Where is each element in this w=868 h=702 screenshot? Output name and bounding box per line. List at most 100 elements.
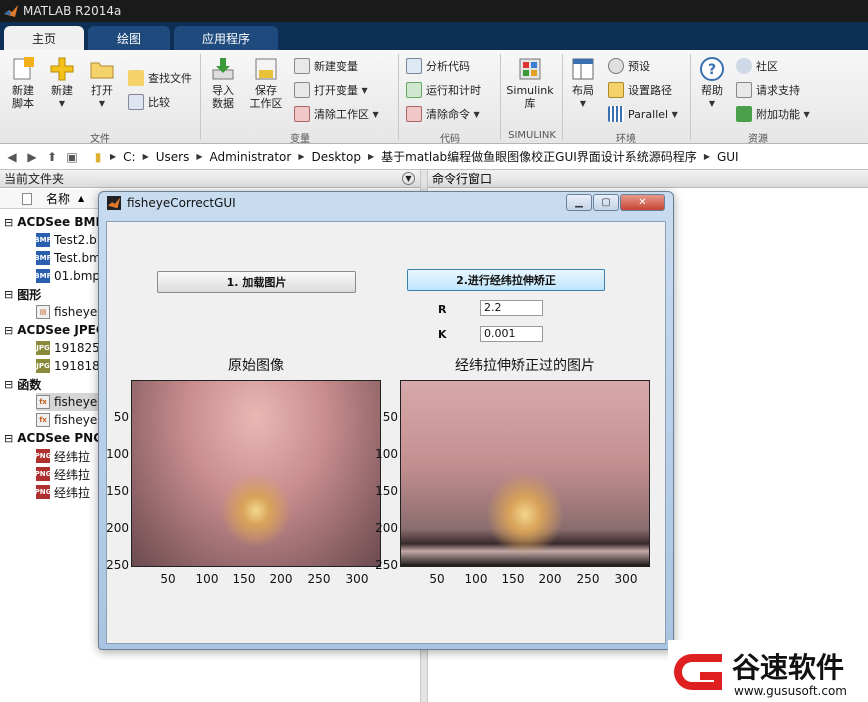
- corrected-image: [401, 381, 649, 566]
- group-label-file: 文件: [90, 134, 110, 145]
- breadcrumb-item[interactable]: 基于matlab编程做鱼眼图像校正GUI界面设计系统源码程序: [381, 148, 697, 165]
- matlab-figure-icon: [107, 196, 121, 210]
- breadcrumb-item[interactable]: Desktop: [311, 150, 361, 164]
- r-input[interactable]: 2.2: [480, 300, 543, 316]
- collapse-toggle-icon[interactable]: ⊟: [4, 288, 13, 301]
- file-list-item[interactable]: BMP Test.bm: [34, 249, 101, 267]
- corrected-xtick-label: 150: [501, 572, 525, 586]
- minimize-button[interactable]: ▁: [566, 194, 592, 211]
- parallel-button[interactable]: Parallel ▼: [608, 106, 678, 122]
- plus-icon: [50, 57, 74, 81]
- open-variable-button[interactable]: 打开变量 ▼: [294, 82, 368, 98]
- close-button[interactable]: ✕: [620, 194, 665, 211]
- file-list-item[interactable]: PNG 经纬拉: [35, 465, 100, 483]
- import-data-button[interactable]: 导入 数据: [206, 56, 240, 110]
- clear-commands-button[interactable]: 清除命令 ▼: [406, 106, 480, 122]
- file-list-item[interactable]: JPG 191818: [36, 357, 100, 375]
- group-label-simulink: SIMULINK: [508, 130, 556, 141]
- collapse-toggle-icon[interactable]: ⊟: [4, 216, 13, 229]
- original-xtick-label: 300: [345, 572, 369, 586]
- simulink-library-button[interactable]: Simulink 库: [504, 56, 556, 110]
- collapse-toggle-icon[interactable]: ⊟: [4, 378, 13, 391]
- fig-file-icon: ▤: [36, 305, 50, 319]
- ribbon-separator: [690, 54, 691, 140]
- tree-group-header[interactable]: ⊟ 函数: [0, 375, 100, 393]
- simulink-icon: [519, 58, 541, 80]
- layout-button[interactable]: 布局 ▼: [566, 56, 600, 110]
- import-icon: [212, 58, 234, 80]
- community-button[interactable]: 社区: [736, 58, 778, 74]
- corrected-ytick-label: 250: [375, 558, 398, 572]
- figure-window: fisheyeCorrectGUI ▁ ▢ ✕ 1. 加载图片 2.进行经纬拉伸…: [98, 191, 674, 650]
- new-variable-button[interactable]: 新建变量: [294, 58, 358, 74]
- tree-item-label: ACDSee JPEG: [17, 323, 106, 337]
- group-label-variable: 变量: [290, 134, 310, 145]
- up-folder-icon[interactable]: ⬆: [44, 149, 60, 165]
- file-list-item[interactable]: ▤ fisheye: [36, 303, 100, 321]
- panel-menu-icon[interactable]: ▼: [402, 172, 415, 185]
- original-xtick-label: 100: [195, 572, 219, 586]
- run-and-time-button[interactable]: 运行和计时: [406, 82, 481, 98]
- corrected-image-axes[interactable]: [400, 380, 650, 567]
- original-image-title: 原始图像: [228, 358, 284, 374]
- back-arrow-icon[interactable]: ◀: [4, 149, 20, 165]
- tab-plots[interactable]: 绘图: [88, 26, 170, 50]
- corrected-ytick-label: 150: [375, 484, 398, 498]
- bmp-file-icon: BMP: [34, 269, 52, 283]
- breadcrumb-item[interactable]: C:: [123, 150, 135, 164]
- tree-group-header[interactable]: ⊟ ACDSee PNG: [0, 429, 103, 447]
- addons-button[interactable]: 附加功能 ▼: [736, 106, 810, 122]
- corrected-xtick-label: 300: [614, 572, 638, 586]
- tree-item-label: 经纬拉: [54, 449, 91, 464]
- forward-arrow-icon[interactable]: ▶: [24, 149, 40, 165]
- run-and-time-icon: [406, 82, 422, 98]
- breadcrumb-item[interactable]: GUI: [717, 150, 739, 164]
- compare-button[interactable]: 比较: [128, 94, 170, 110]
- open-button[interactable]: 打开 ▼: [86, 56, 118, 110]
- help-button[interactable]: ? 帮助 ▼: [696, 56, 728, 110]
- tree-item-label: Test2.b: [54, 233, 97, 247]
- tree-group-header[interactable]: ⊟ 图形: [0, 285, 100, 303]
- new-button[interactable]: 新建 ▼: [46, 56, 78, 110]
- tree-group-header[interactable]: ⊟ ACDSee BMP: [0, 213, 104, 231]
- group-label-environment: 环境: [616, 134, 636, 145]
- address-bar: ◀ ▶ ⬆ ▣ ▮ ▶ C: ▶ Users ▶ Administrator ▶…: [0, 144, 868, 170]
- file-list-item[interactable]: PNG 经纬拉: [35, 483, 100, 501]
- find-files-button[interactable]: 查找文件: [128, 70, 192, 86]
- breadcrumb-item[interactable]: Users: [156, 150, 190, 164]
- original-image-axes[interactable]: [131, 380, 381, 567]
- preferences-button[interactable]: 预设: [608, 58, 650, 74]
- corrected-ytick-label: 100: [375, 447, 398, 461]
- original-xtick-label: 50: [160, 572, 176, 586]
- app-title: MATLAB R2014a: [23, 4, 122, 18]
- set-path-button[interactable]: 设置路径: [608, 82, 672, 98]
- tab-apps[interactable]: 应用程序: [174, 26, 278, 50]
- file-list-item[interactable]: fx fisheye: [36, 411, 100, 429]
- correct-button[interactable]: 2.进行经纬拉伸矫正: [407, 269, 605, 291]
- load-image-button[interactable]: 1. 加载图片: [157, 271, 356, 293]
- collapse-toggle-icon[interactable]: ⊟: [4, 432, 13, 445]
- new-variable-icon: [294, 58, 310, 74]
- file-list-item[interactable]: JPG 191825: [36, 339, 100, 357]
- figure-canvas: 1. 加载图片 2.进行经纬拉伸矫正 R 2.2 K 0.001 原始图像 经纬…: [106, 221, 666, 644]
- request-support-button[interactable]: 请求支持: [736, 82, 800, 98]
- new-script-button[interactable]: 新建 脚本: [6, 56, 40, 110]
- file-list-item[interactable]: fx fisheye: [36, 393, 100, 411]
- m-file-icon: fx: [36, 413, 50, 427]
- save-workspace-button[interactable]: 保存 工作区: [246, 56, 286, 110]
- tree-group-header[interactable]: ⊟ ACDSee JPEG: [0, 321, 106, 339]
- collapse-toggle-icon[interactable]: ⊟: [4, 324, 13, 337]
- maximize-button[interactable]: ▢: [593, 194, 619, 211]
- tab-home[interactable]: 主页: [4, 26, 84, 50]
- file-list-item[interactable]: BMP 01.bmp: [34, 267, 100, 285]
- original-ytick-label: 50: [113, 410, 129, 424]
- ribbon-separator: [562, 54, 563, 140]
- analyze-code-button[interactable]: 分析代码: [406, 58, 470, 74]
- browse-folder-icon[interactable]: ▣: [64, 149, 80, 165]
- file-list-item[interactable]: PNG 经纬拉: [35, 447, 100, 465]
- k-input[interactable]: 0.001: [480, 326, 543, 342]
- clear-workspace-button[interactable]: 清除工作区 ▼: [294, 106, 379, 122]
- breadcrumb-item[interactable]: Administrator: [210, 150, 292, 164]
- maximize-icon: ▢: [601, 197, 611, 208]
- file-list-item[interactable]: BMP Test2.b: [34, 231, 100, 249]
